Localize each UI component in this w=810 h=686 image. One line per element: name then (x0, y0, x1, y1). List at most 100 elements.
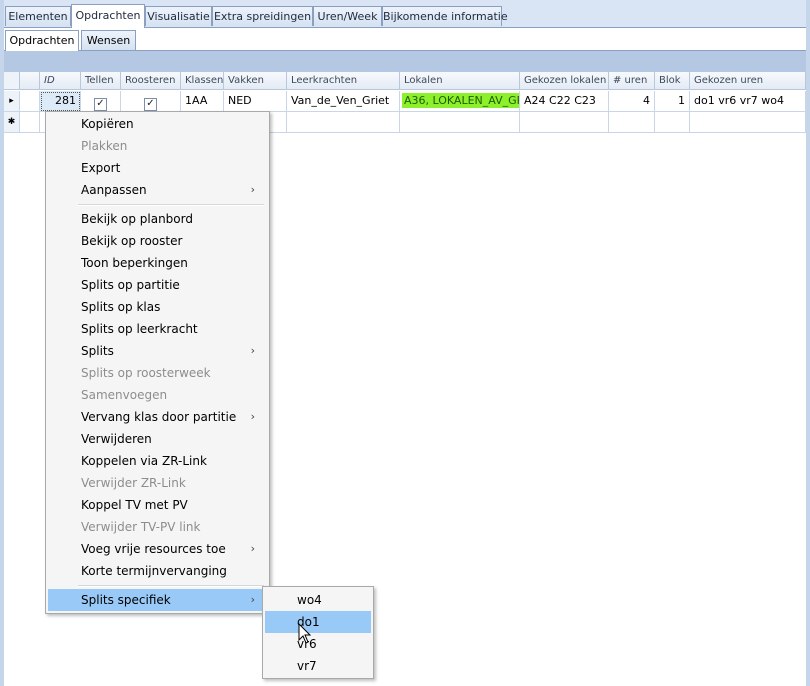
cell-tellen[interactable]: ✓ (81, 91, 121, 112)
roosteren-checkbox[interactable]: ✓ (144, 98, 157, 111)
menu-item-label: Splits specifiek (81, 593, 171, 607)
column-header-blok[interactable]: Blok (655, 72, 690, 90)
cell-gekozen-lokalen[interactable]: A24 C22 C23 (520, 91, 609, 112)
column-header-id[interactable]: ID (40, 72, 81, 90)
new-row-indicator: ✱ (4, 112, 20, 133)
menu-item-label: Splits op partitie (81, 278, 180, 292)
menu-item-label: Verwijder TV-PV link (81, 520, 201, 534)
new-row-cell[interactable] (520, 112, 609, 133)
row-blank-cell (20, 91, 40, 112)
submenu-item-do1[interactable]: do1 (265, 611, 371, 633)
menu-item-label: Bekijk op rooster (81, 234, 183, 248)
menu-item-splits-op-leerkracht[interactable]: Splits op leerkracht (48, 318, 267, 340)
submenu-splits-specifiek: wo4 do1 vr6 vr7 (262, 586, 374, 679)
cell-blok[interactable]: 1 (655, 91, 690, 112)
context-menu: Kopiëren Plakken Export Aanpassen › Bekij… (45, 111, 270, 614)
menu-item-kopieren[interactable]: Kopiëren (48, 113, 267, 135)
new-row-cell[interactable] (400, 112, 520, 133)
column-header-roosteren[interactable]: Roosteren (121, 72, 181, 90)
menu-item-label: Vervang klas door partitie (81, 410, 237, 424)
cell-klassen[interactable]: 1AA (181, 91, 224, 112)
menu-item-splits-op-partitie[interactable]: Splits op partitie (48, 274, 267, 296)
menu-item-splits-op-klas[interactable]: Splits op klas (48, 296, 267, 318)
column-header-vakken[interactable]: Vakken (224, 72, 287, 90)
menu-item-koppelen-via-zr-link[interactable]: Koppelen via ZR-Link (48, 450, 267, 472)
menu-item-label: Splits (81, 344, 114, 358)
menu-item-korte-termijnvervanging[interactable]: Korte termijnvervanging (48, 560, 267, 582)
cell-leerkrachten[interactable]: Van_de_Ven_Griet (287, 91, 400, 112)
chevron-right-icon: › (250, 542, 255, 555)
menu-item-label: Koppel TV met PV (81, 498, 188, 512)
menu-item-bekijk-op-rooster[interactable]: Bekijk op rooster (48, 230, 267, 252)
submenu-item-wo4[interactable]: wo4 (265, 589, 371, 611)
menu-item-label: Export (81, 161, 121, 175)
header-indicator (4, 72, 20, 90)
menu-item-verwijder-tv-pv-link[interactable]: Verwijder TV-PV link (48, 516, 267, 538)
column-header-klassen[interactable]: Klassen (181, 72, 224, 90)
new-row-cell[interactable] (690, 112, 806, 133)
new-row-cell[interactable] (609, 112, 655, 133)
subtab-wensen[interactable]: Wensen (81, 30, 136, 50)
submenu-item-vr7[interactable]: vr7 (265, 655, 371, 677)
menu-item-label: Samenvoegen (81, 388, 168, 402)
menu-item-label: Toon beperkingen (81, 256, 188, 270)
chevron-right-icon: › (250, 183, 255, 196)
menu-item-label: Koppelen via ZR-Link (81, 454, 207, 468)
current-row-indicator: ▸ (4, 91, 20, 112)
menu-item-verwijder-zr-link[interactable]: Verwijder ZR-Link (48, 472, 267, 494)
menu-item-splits-op-roosterweek[interactable]: Splits op roosterweek (48, 362, 267, 384)
column-header-gekozen-lokalen[interactable]: Gekozen lokalen (520, 72, 609, 90)
tab-visualisatie[interactable]: Visualisatie (145, 6, 212, 26)
tab-opdrachten[interactable]: Opdrachten (71, 4, 145, 28)
menu-separator (78, 204, 264, 206)
menu-item-toon-beperkingen[interactable]: Toon beperkingen (48, 252, 267, 274)
new-row-cell[interactable] (655, 112, 690, 133)
mouse-cursor-icon (298, 623, 312, 644)
cell-uren[interactable]: 4 (609, 91, 655, 112)
lokalen-value: A36, LOKALEN_AV_GRP (402, 93, 519, 108)
column-header-leerkrachten[interactable]: Leerkrachten (287, 72, 400, 90)
top-tab-strip: Elementen Opdrachten Visualisatie Extra … (4, 0, 806, 28)
menu-item-koppel-tv-met-pv[interactable]: Koppel TV met PV (48, 494, 267, 516)
menu-item-label: Aanpassen (81, 183, 147, 197)
window-right-border (806, 0, 810, 686)
menu-item-vervang-klas-door-partitie[interactable]: Vervang klas door partitie › (48, 406, 267, 428)
cell-lokalen[interactable]: A36, LOKALEN_AV_GRP (400, 91, 520, 112)
submenu-item-vr6[interactable]: vr6 (265, 633, 371, 655)
chevron-right-icon: › (250, 410, 255, 423)
cell-id[interactable]: 281 (40, 91, 81, 112)
cell-vakken[interactable]: NED (224, 91, 287, 112)
header-blank (20, 72, 40, 90)
cell-gekozen-uren[interactable]: do1 vr6 vr7 wo4 (690, 91, 806, 112)
menu-item-voeg-vrije-resources-toe[interactable]: Voeg vrije resources toe › (48, 538, 267, 560)
menu-item-verwijderen[interactable]: Verwijderen (48, 428, 267, 450)
menu-item-bekijk-op-planbord[interactable]: Bekijk op planbord (48, 208, 267, 230)
tab-extra-spreidingen[interactable]: Extra spreidingen (212, 6, 313, 26)
column-header-lokalen[interactable]: Lokalen (400, 72, 520, 90)
menu-item-label: Bekijk op planbord (81, 212, 193, 226)
new-row-cell[interactable] (287, 112, 400, 133)
tellen-checkbox[interactable]: ✓ (94, 98, 107, 111)
column-header-uren[interactable]: # uren (609, 72, 655, 90)
menu-separator (78, 585, 264, 587)
column-header-tellen[interactable]: Tellen (81, 72, 121, 90)
menu-item-label: Splits op roosterweek (81, 366, 211, 380)
menu-item-export[interactable]: Export (48, 157, 267, 179)
menu-item-label: Verwijder ZR-Link (81, 476, 186, 490)
tab-bijkomende-informatie[interactable]: Bijkomende informatie (382, 6, 508, 26)
menu-item-label: Plakken (81, 139, 128, 153)
menu-item-splits[interactable]: Splits › (48, 340, 267, 362)
menu-item-samenvoegen[interactable]: Samenvoegen (48, 384, 267, 406)
cell-roosteren[interactable]: ✓ (121, 91, 181, 112)
menu-item-label: Splits op leerkracht (81, 322, 198, 336)
new-row-cell[interactable] (20, 112, 40, 133)
menu-item-plakken[interactable]: Plakken (48, 135, 267, 157)
tab-elementen[interactable]: Elementen (5, 6, 71, 26)
menu-item-label: Splits op klas (81, 300, 161, 314)
tab-uren-week[interactable]: Uren/Week (313, 6, 382, 26)
menu-item-aanpassen[interactable]: Aanpassen › (48, 179, 267, 201)
column-header-gekozen-uren[interactable]: Gekozen uren (690, 72, 806, 90)
subtab-opdrachten[interactable]: Opdrachten (5, 30, 79, 51)
menu-item-splits-specifiek[interactable]: Splits specifiek › (48, 589, 267, 611)
menu-item-label: Verwijderen (81, 432, 152, 446)
